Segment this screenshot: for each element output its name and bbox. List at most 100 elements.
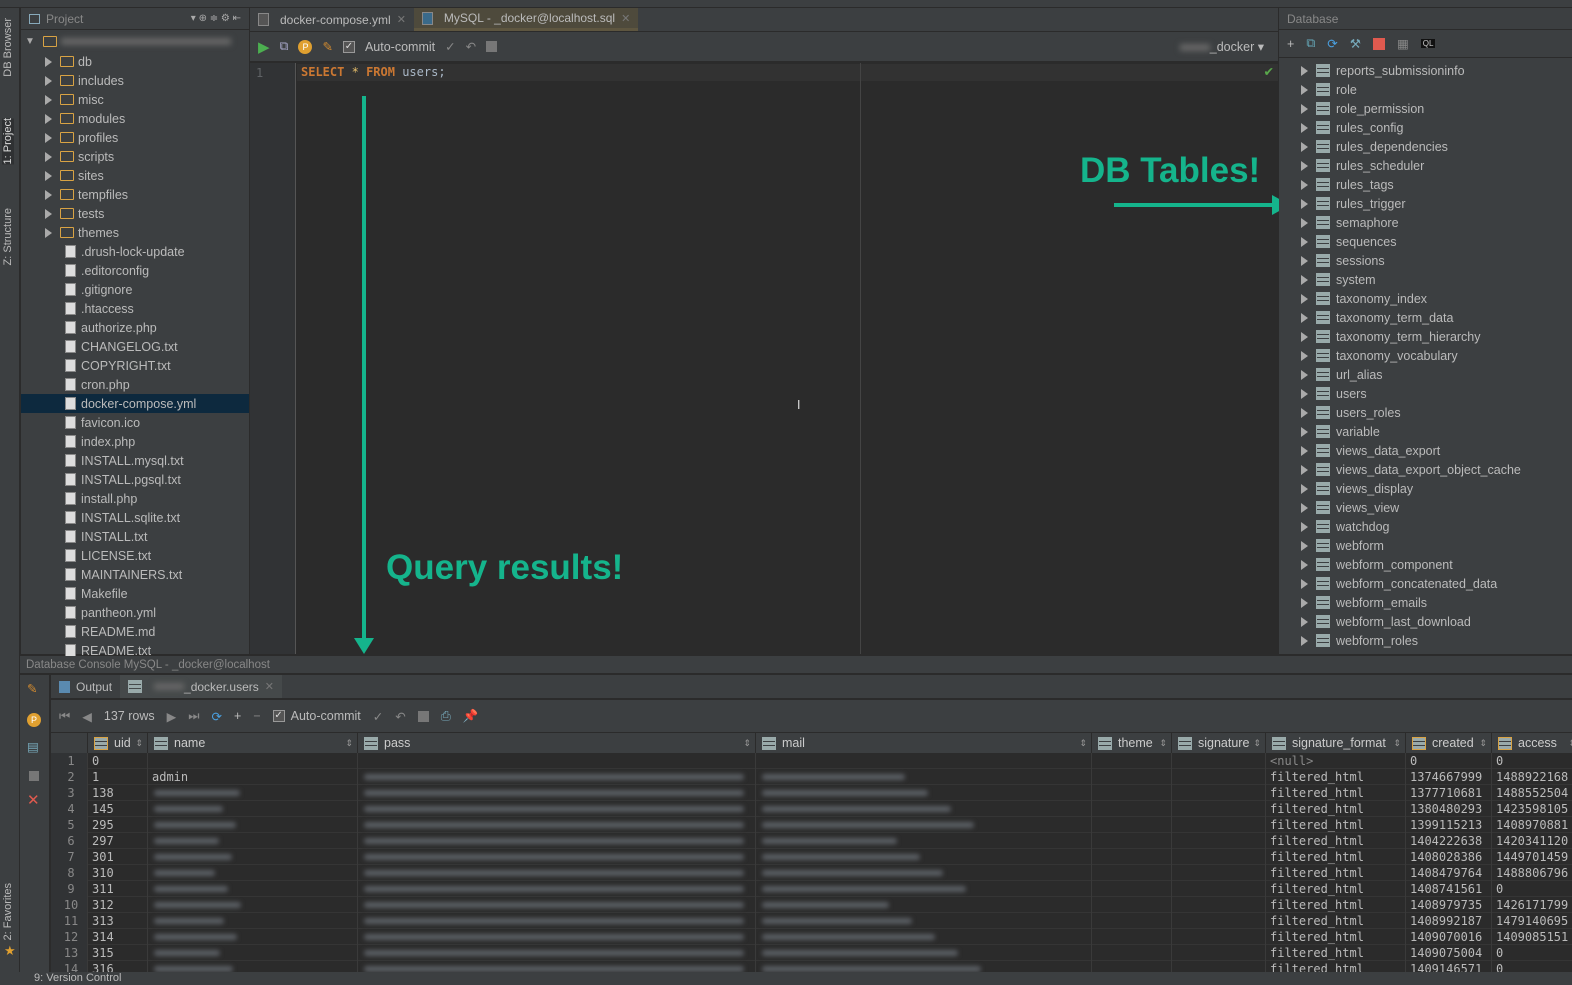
sort-icon[interactable]: ⇕ — [1393, 733, 1401, 753]
cell-created[interactable]: 1408028386 — [1406, 849, 1492, 865]
db-table-item[interactable]: views_data_export — [1279, 441, 1572, 460]
table-row[interactable]: 12 314 filtered_html 1409070016 1409085151 — [51, 929, 1572, 945]
db-table-item[interactable]: variable — [1279, 422, 1572, 441]
cell-signature_format[interactable]: filtered_html — [1266, 785, 1406, 801]
db-table-item[interactable]: watchdog — [1279, 517, 1572, 536]
expand-icon[interactable] — [45, 132, 52, 143]
settings-icon[interactable]: ✎ — [27, 681, 37, 696]
cell-signature[interactable] — [1172, 865, 1266, 881]
cell-created[interactable]: 0 — [1406, 753, 1492, 769]
expand-icon[interactable] — [1301, 578, 1308, 589]
rollback-icon[interactable]: ↶ — [395, 709, 405, 724]
table-row[interactable]: 9 311 filtered_html 1408741561 0 — [51, 881, 1572, 897]
delete-row-icon[interactable]: − — [253, 709, 260, 723]
cell-theme[interactable] — [1092, 849, 1172, 865]
db-table-item[interactable]: webform_last_download — [1279, 612, 1572, 631]
column-header-created[interactable]: created ⇕ — [1406, 733, 1492, 753]
expand-icon[interactable] — [1301, 255, 1308, 266]
close-icon[interactable]: ✕ — [265, 680, 274, 693]
cell-access[interactable]: 1488922168 — [1492, 769, 1572, 785]
expand-icon[interactable] — [1301, 426, 1308, 437]
cell-created[interactable]: 1399115213 — [1406, 817, 1492, 833]
tree-file[interactable]: install.php — [21, 489, 249, 508]
cell-row-number[interactable]: 11 — [51, 913, 88, 929]
cell-name[interactable] — [148, 785, 358, 801]
cell-access[interactable]: 1423598105 — [1492, 801, 1572, 817]
cell-pass[interactable] — [358, 785, 756, 801]
sort-icon[interactable]: ⇕ — [1079, 733, 1087, 753]
cell-signature[interactable] — [1172, 785, 1266, 801]
tree-file[interactable]: INSTALL.txt — [21, 527, 249, 546]
commit-icon[interactable]: ✓ — [445, 39, 455, 54]
cell-created[interactable]: 1408741561 — [1406, 881, 1492, 897]
column-header-uid[interactable]: uid ⇕ — [88, 733, 148, 753]
cell-signature_format[interactable]: filtered_html — [1266, 865, 1406, 881]
cell-name[interactable] — [148, 945, 358, 961]
cell-row-number[interactable]: 4 — [51, 801, 88, 817]
tree-file[interactable]: LICENSE.txt — [21, 546, 249, 565]
rollback-icon[interactable]: ↶ — [466, 39, 476, 54]
table-row[interactable]: 8 310 filtered_html 1408479764 1488806796 — [51, 865, 1572, 881]
version-control-tab[interactable]: 9: Version Control — [34, 972, 121, 985]
cell-access[interactable]: 1426171799 — [1492, 897, 1572, 913]
tree-file[interactable]: .editorconfig — [21, 261, 249, 280]
tree-file[interactable]: cron.php — [21, 375, 249, 394]
column-header-theme[interactable]: theme ⇕ — [1092, 733, 1172, 753]
tree-file[interactable]: docker-compose.yml — [21, 394, 249, 413]
expand-icon[interactable] — [45, 208, 52, 219]
tab-output[interactable]: Output — [51, 675, 120, 698]
cell-access[interactable]: 1408970881 — [1492, 817, 1572, 833]
cell-signature[interactable] — [1172, 881, 1266, 897]
cell-access[interactable]: 1420341120 — [1492, 833, 1572, 849]
column-header-signature[interactable]: signature ⇕ — [1172, 733, 1266, 753]
layout-icon[interactable]: ▤ — [27, 739, 39, 754]
tree-file[interactable]: MAINTAINERS.txt — [21, 565, 249, 584]
column-header-name[interactable]: name ⇕ — [148, 733, 358, 753]
expand-icon[interactable] — [45, 170, 52, 181]
sort-icon[interactable]: ⇕ — [1479, 733, 1487, 753]
tree-file[interactable]: INSTALL.pgsql.txt — [21, 470, 249, 489]
expand-icon[interactable] — [1301, 141, 1308, 152]
cell-signature_format[interactable]: filtered_html — [1266, 769, 1406, 785]
db-table-item[interactable]: rules_scheduler — [1279, 156, 1572, 175]
expand-icon[interactable] — [1301, 540, 1308, 551]
expand-icon[interactable] — [1301, 179, 1308, 190]
cell-uid[interactable]: 0 — [88, 753, 148, 769]
db-table-item[interactable]: system — [1279, 270, 1572, 289]
cell-row-number[interactable]: 5 — [51, 817, 88, 833]
column-header-signature_format[interactable]: signature_format ⇕ — [1266, 733, 1406, 753]
prev-page-icon[interactable]: ◀ — [82, 709, 92, 724]
expand-icon[interactable] — [1301, 616, 1308, 627]
cell-created[interactable]: 1408479764 — [1406, 865, 1492, 881]
cell-signature_format[interactable]: filtered_html — [1266, 881, 1406, 897]
expand-icon[interactable] — [1301, 331, 1308, 342]
cell-access[interactable]: 1488552504 — [1492, 785, 1572, 801]
pin-icon[interactable]: 📌 — [463, 709, 479, 724]
cell-mail[interactable] — [756, 785, 1092, 801]
tree-folder[interactable]: profiles — [21, 128, 249, 147]
cell-row-number[interactable]: 2 — [51, 769, 88, 785]
parameters-icon[interactable]: P — [27, 713, 41, 727]
db-table-item[interactable]: taxonomy_index — [1279, 289, 1572, 308]
cell-created[interactable]: 1408979735 — [1406, 897, 1492, 913]
db-table-item[interactable]: webform_roles — [1279, 631, 1572, 650]
cell-signature_format[interactable]: filtered_html — [1266, 817, 1406, 833]
close-icon[interactable]: ✕ — [397, 13, 406, 26]
expand-icon[interactable] — [1301, 407, 1308, 418]
column-header-pass[interactable]: pass ⇕ — [358, 733, 756, 753]
stop-icon[interactable] — [417, 710, 429, 722]
expand-icon[interactable] — [1301, 483, 1308, 494]
sort-icon[interactable]: ⇕ — [135, 733, 143, 753]
expand-icon[interactable] — [1301, 122, 1308, 133]
cell-uid[interactable]: 301 — [88, 849, 148, 865]
cell-theme[interactable] — [1092, 753, 1172, 769]
table-row[interactable]: 2 1 admin filtered_html 1374667999 1488922168 — [51, 769, 1572, 785]
cell-created[interactable]: 1380480293 — [1406, 801, 1492, 817]
auto-commit-checkbox[interactable]: ✓ — [272, 710, 285, 722]
expand-icon[interactable] — [1301, 160, 1308, 171]
tree-file[interactable]: CHANGELOG.txt — [21, 337, 249, 356]
cell-uid[interactable]: 310 — [88, 865, 148, 881]
db-table-item[interactable]: webform — [1279, 536, 1572, 555]
export-icon[interactable]: ⎙ — [441, 709, 451, 724]
cell-name[interactable] — [148, 913, 358, 929]
